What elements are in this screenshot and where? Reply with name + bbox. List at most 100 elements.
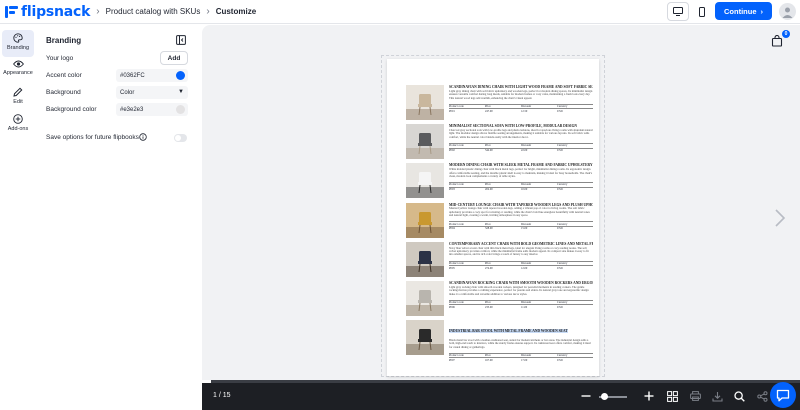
sku-cell: USD (557, 108, 593, 114)
background-color-label: Background color (46, 106, 97, 113)
product-title: CONTEMPORARY ACCENT CHAIR WITH BOLD GEOM… (449, 241, 593, 246)
product-sku-table: Product code Price Discount Currency P004 328… (449, 221, 593, 231)
rail-label-appearance: Appearance (3, 70, 33, 76)
catalog-product[interactable]: MID-CENTURY LOUNGE CHAIR WITH TAPERED WO… (406, 202, 594, 241)
catalog-page[interactable]: SCANDINAVIAN DINING CHAIR WITH LIGHT WOO… (387, 59, 599, 376)
product-details: SCANDINAVIAN ROCKING CHAIR WITH SMOOTH W… (449, 281, 593, 310)
product-image (406, 202, 444, 238)
grid-view-button[interactable] (665, 389, 679, 403)
breadcrumb-project[interactable]: Product catalog with SKUs (106, 7, 201, 16)
grid-icon (666, 390, 678, 402)
product-description: Charcoal grey sectional sofa with low-pr… (449, 128, 593, 139)
panel-title: Branding (46, 36, 82, 45)
shopping-bag-icon[interactable] (771, 35, 783, 47)
sku-cell: 10.00 (521, 186, 557, 192)
share-button[interactable] (755, 389, 769, 403)
catalog-product[interactable]: CONTEMPORARY ACCENT CHAIR WITH BOLD GEOM… (406, 241, 594, 280)
zoom-out-button[interactable] (579, 389, 593, 403)
search-icon (733, 390, 745, 402)
rail-item-addons[interactable]: Add-ons (2, 111, 34, 138)
user-avatar[interactable] (779, 3, 796, 20)
accent-color-label: Accent color (46, 72, 82, 79)
sku-cell: P001 (449, 108, 485, 114)
product-sku-table: Product code Price Discount Currency P006 235… (449, 299, 593, 310)
info-icon[interactable] (139, 133, 147, 141)
sku-cell: 202.00 (485, 186, 521, 192)
collapse-panel-icon[interactable] (176, 35, 186, 45)
product-details: INDUSTRIAL BAR STOOL WITH METAL FRAME AN… (449, 320, 593, 363)
chat-support-button[interactable] (770, 382, 796, 408)
save-options-toggle[interactable] (174, 134, 187, 142)
product-image (406, 281, 444, 316)
sku-cell: 274.00 (485, 265, 521, 271)
product-sku-table: Product code Price Discount Currency P001 247… (449, 103, 593, 114)
product-sku-table: Product code Price Discount Currency P003 202… (449, 182, 593, 192)
print-icon (689, 391, 701, 401)
branding-panel: Branding Your logo Add Accent color #036… (38, 30, 194, 122)
product-title: MID-CENTURY LOUNGE CHAIR WITH TAPERED WO… (449, 202, 593, 207)
mobile-view-button[interactable] (691, 2, 713, 21)
product-title: SCANDINAVIAN DINING CHAIR WITH LIGHT WOO… (449, 85, 593, 89)
product-description: Black metal bar stool with a leather-cus… (449, 338, 591, 349)
rail-item-edit[interactable]: Edit (2, 84, 34, 111)
sku-cell: 15.00 (521, 226, 557, 231)
desktop-view-button[interactable] (667, 2, 689, 21)
save-options-label: Save options for future flipbooks (46, 134, 139, 141)
rail-item-branding[interactable]: Branding (2, 30, 34, 57)
background-select[interactable]: Color ▼ (116, 86, 188, 99)
sku-cell: P003 (449, 186, 485, 192)
zoom-in-button[interactable] (642, 389, 656, 403)
product-sku-table: Product code Price Discount Currency P007 167… (449, 352, 593, 363)
continue-button[interactable]: Continue › (715, 2, 772, 20)
sku-cell: 235.00 (485, 304, 521, 310)
catalog-product[interactable]: SCANDINAVIAN DINING CHAIR WITH LIGHT WOO… (406, 85, 594, 123)
background-color-value: #e3e2e3 (120, 106, 144, 113)
mobile-icon (699, 6, 705, 17)
sku-cell: P007 (449, 357, 485, 363)
eye-icon (12, 60, 24, 68)
rail-label-branding: Branding (6, 45, 30, 51)
product-description: Mustard yellow lounge chair with tapered… (449, 207, 590, 218)
product-image (406, 241, 444, 277)
background-color-field[interactable]: #e3e2e3 (116, 103, 188, 116)
product-description: Light gray rocking chair with smooth woo… (449, 285, 589, 296)
sku-cell: P002 (449, 147, 485, 153)
viewer-toolbar: 1 / 15 (202, 380, 800, 410)
plus-circle-icon (13, 114, 23, 124)
rail-label-edit: Edit (13, 99, 23, 105)
product-sku-table: Product code Price Discount Currency P002 542… (449, 142, 593, 153)
search-button[interactable] (732, 389, 746, 403)
sku-cell: 11.00 (521, 304, 557, 310)
product-image (406, 320, 444, 356)
product-details: MODERN DINING CHAIR WITH SLEEK METAL FRA… (449, 163, 593, 192)
accent-color-swatch[interactable] (176, 71, 185, 80)
page-progress-bar[interactable] (202, 380, 800, 383)
catalog-product[interactable]: SCANDINAVIAN ROCKING CHAIR WITH SMOOTH W… (406, 281, 594, 319)
rail-item-appearance[interactable]: Appearance (2, 57, 34, 84)
sku-cell: USD (557, 186, 593, 192)
product-details: SCANDINAVIAN DINING CHAIR WITH LIGHT WOO… (449, 85, 593, 114)
next-page-arrow-icon[interactable] (773, 209, 787, 227)
flipsnack-logo[interactable]: flipsnack (5, 0, 90, 24)
cart-count-badge: 0 (782, 30, 790, 38)
sku-cell: P006 (449, 304, 485, 310)
sku-cell: P004 (449, 226, 485, 231)
accent-color-field[interactable]: #0362FC (116, 69, 188, 82)
catalog-product[interactable]: MINIMALIST SECTIONAL SOFA WITH LOW-PROFI… (406, 124, 594, 162)
top-bar: flipsnack › Product catalog with SKUs › … (0, 0, 800, 24)
sku-cell: 22.00 (521, 147, 557, 153)
plus-icon (644, 391, 654, 401)
palette-icon (13, 33, 23, 43)
download-button[interactable] (710, 389, 724, 403)
add-logo-button[interactable]: Add (160, 51, 188, 65)
download-icon (711, 391, 723, 402)
product-title: MODERN DINING CHAIR WITH SLEEK METAL FRA… (449, 163, 593, 168)
logo-mark-icon (5, 5, 18, 18)
minus-icon (581, 395, 591, 397)
product-image (406, 85, 444, 120)
catalog-product[interactable]: MODERN DINING CHAIR WITH SLEEK METAL FRA… (406, 163, 594, 201)
catalog-product[interactable]: INDUSTRIAL BAR STOOL WITH METAL FRAME AN… (406, 320, 594, 363)
background-color-swatch[interactable] (176, 105, 185, 114)
print-button[interactable] (688, 389, 702, 403)
zoom-slider-handle[interactable] (601, 393, 608, 400)
